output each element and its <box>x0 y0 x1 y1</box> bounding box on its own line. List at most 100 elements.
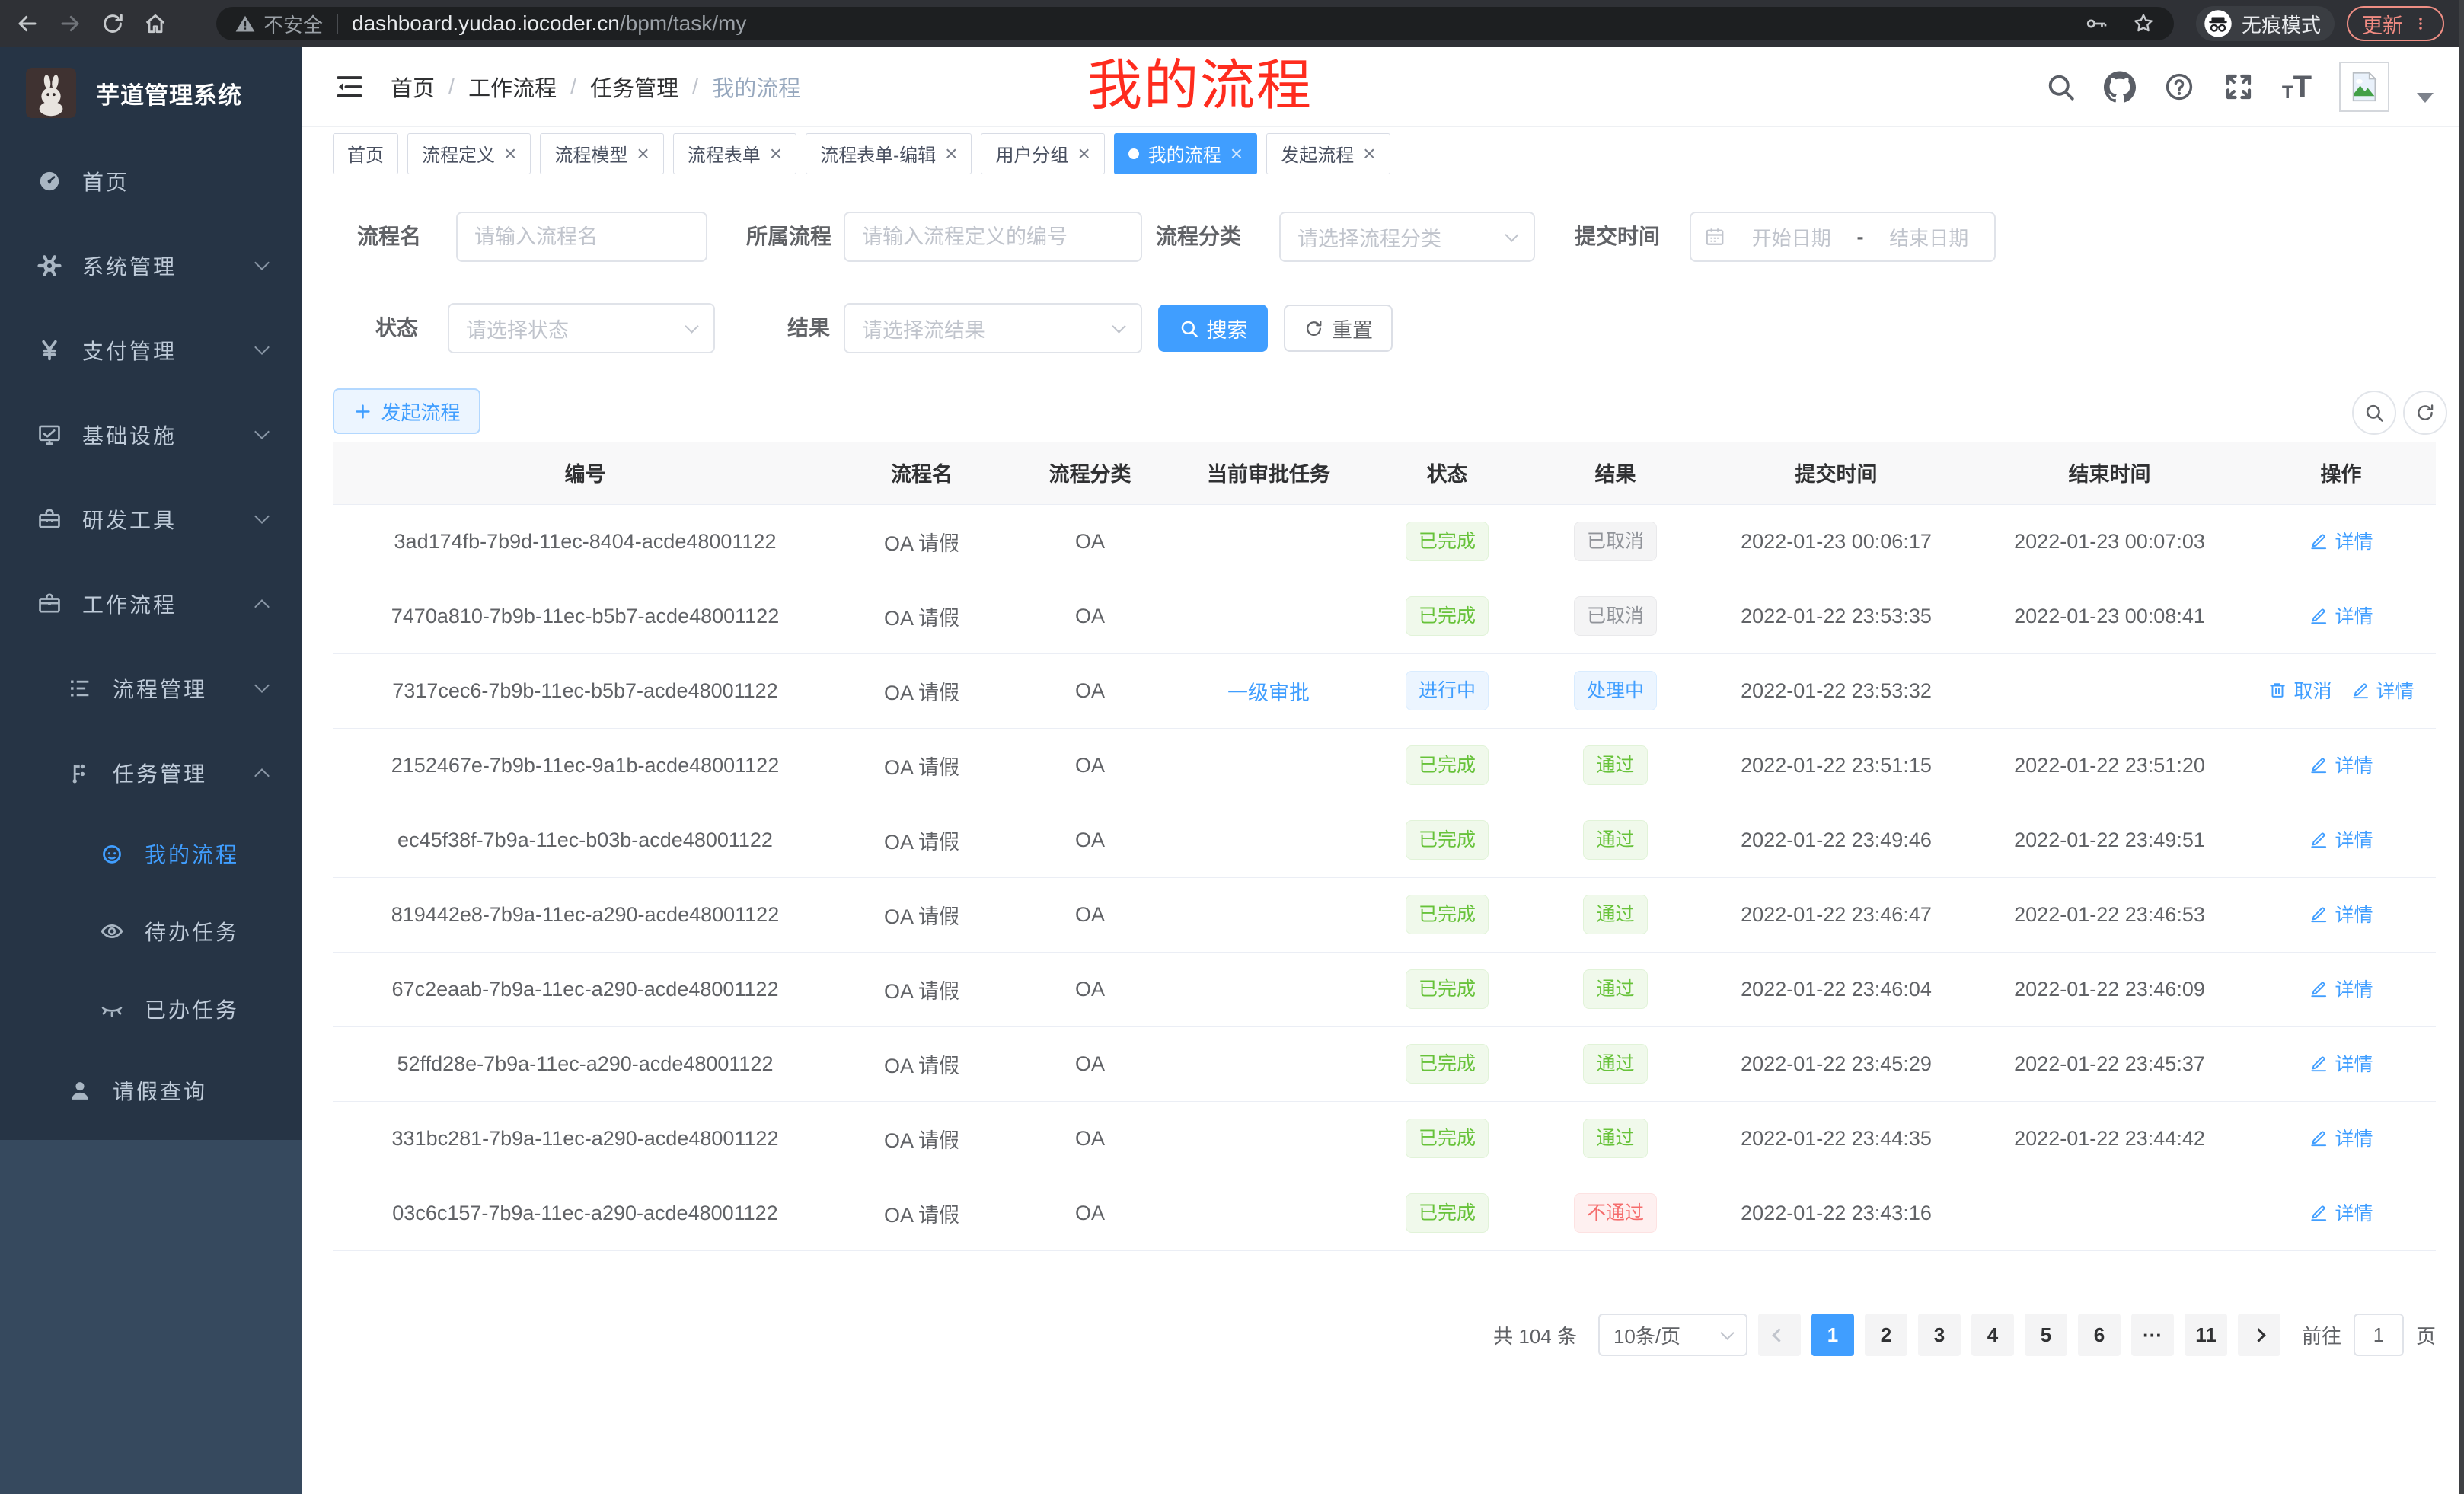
font-size-icon[interactable]: TT <box>2282 72 2312 102</box>
sidebar-item-infrastructure[interactable]: 基础设施 <box>0 392 302 477</box>
row-action-detail[interactable]: 详情 <box>2309 825 2373 853</box>
sidebar-item-todo-task[interactable]: 待办任务 <box>0 892 302 970</box>
row-action-detail[interactable]: 详情 <box>2309 1199 2373 1226</box>
page-button-6[interactable]: 6 <box>2078 1314 2121 1356</box>
table-row: 67c2eaab-7b9a-11ec-a290-acde48001122OA 请… <box>333 952 2436 1026</box>
refresh-table-button[interactable] <box>2403 391 2447 435</box>
row-action-detail[interactable]: 详情 <box>2309 602 2373 629</box>
sidebar-item-home[interactable]: 首页 <box>0 139 302 223</box>
cell-result: 通过 <box>1531 1026 1700 1101</box>
tab-start-process[interactable]: 发起流程× <box>1266 133 1390 174</box>
browser-home-icon[interactable] <box>140 8 171 39</box>
sidebar-item-label: 系统管理 <box>82 251 177 281</box>
row-action-detail[interactable]: 详情 <box>2309 1049 2373 1077</box>
parent-process-input[interactable] <box>844 212 1142 262</box>
reset-button[interactable]: 重置 <box>1284 305 1393 352</box>
breadcrumb-item-workflow[interactable]: 工作流程 <box>468 71 557 103</box>
delete-icon <box>2268 680 2287 700</box>
process-name-field[interactable] <box>474 225 689 249</box>
address-bar[interactable]: 不安全 dashboard.yudao.iocoder.cn/bpm/task/… <box>216 7 2174 40</box>
row-action-detail[interactable]: 详情 <box>2309 1124 2373 1151</box>
cell-end-time <box>1973 1176 2246 1250</box>
page-size-select[interactable]: 10条/页 <box>1598 1314 1747 1356</box>
start-process-button[interactable]: 发起流程 <box>333 388 480 434</box>
tab-user-group[interactable]: 用户分组× <box>981 133 1104 174</box>
help-icon[interactable] <box>2163 71 2195 103</box>
page-next-button[interactable] <box>2238 1314 2280 1356</box>
sidebar-item-my-process[interactable]: 我的流程 <box>0 815 302 892</box>
page-button-2[interactable]: 2 <box>1865 1314 1907 1356</box>
page-ellipsis[interactable]: ··· <box>2131 1314 2174 1356</box>
page-button-1[interactable]: 1 <box>1811 1314 1854 1356</box>
github-icon[interactable] <box>2104 71 2136 103</box>
process-name-input[interactable] <box>456 212 707 262</box>
submit-time-range-picker[interactable]: 开始日期 - 结束日期 <box>1690 212 1996 262</box>
sidebar-item-leave-query[interactable]: 请假查询 <box>0 1048 302 1132</box>
close-icon[interactable]: × <box>1230 143 1243 164</box>
action-label: 详情 <box>2335 527 2373 554</box>
sidebar-item-done-task[interactable]: 已办任务 <box>0 970 302 1048</box>
avatar[interactable] <box>2339 62 2389 112</box>
password-key-icon[interactable] <box>2084 11 2108 36</box>
table-row: 7317cec6-7b9b-11ec-b5b7-acde48001122OA 请… <box>333 653 2436 728</box>
result-select[interactable]: 请选择流结果 <box>844 303 1142 353</box>
row-action-detail[interactable]: 详情 <box>2351 676 2415 704</box>
sidebar-item-devtools[interactable]: 研发工具 <box>0 477 302 561</box>
sidebar-item-task-management[interactable]: 任务管理 <box>0 730 302 815</box>
start-date-placeholder[interactable]: 开始日期 <box>1738 223 1845 251</box>
category-select[interactable]: 请选择流程分类 <box>1279 212 1535 262</box>
row-action-cancel[interactable]: 取消 <box>2268 676 2332 704</box>
goto-page-input[interactable] <box>2354 1314 2404 1356</box>
breadcrumb-item-task-management[interactable]: 任务管理 <box>590 71 678 103</box>
sidebar-item-payment[interactable]: 支付管理 <box>0 308 302 392</box>
sidebar-item-system[interactable]: 系统管理 <box>0 223 302 308</box>
search-button[interactable]: 搜索 <box>1158 305 1268 352</box>
sidebar-item-process-management[interactable]: 流程管理 <box>0 646 302 730</box>
tab-process-form-edit[interactable]: 流程表单-编辑× <box>806 133 972 174</box>
close-icon[interactable]: × <box>770 143 782 164</box>
avatar-caret-down-icon[interactable] <box>2417 93 2434 103</box>
page-button-5[interactable]: 5 <box>2025 1314 2067 1356</box>
close-icon[interactable]: × <box>1077 143 1090 164</box>
toggle-search-button[interactable] <box>2352 391 2396 435</box>
tab-my-process[interactable]: 我的流程× <box>1114 133 1257 174</box>
current-task-link[interactable]: 一级审批 <box>1227 682 1310 704</box>
end-date-placeholder[interactable]: 结束日期 <box>1876 223 1983 251</box>
result-badge: 通过 <box>1583 1119 1647 1158</box>
browser-update-button[interactable]: 更新 <box>2347 6 2444 41</box>
page-button-11[interactable]: 11 <box>2185 1314 2227 1356</box>
collapse-sidebar-icon[interactable] <box>333 70 366 104</box>
monitor-icon <box>37 422 62 448</box>
omnibox-divider <box>337 14 338 34</box>
page-button-4[interactable]: 4 <box>1971 1314 2014 1356</box>
row-action-detail[interactable]: 详情 <box>2309 527 2373 554</box>
fullscreen-icon[interactable] <box>2223 71 2255 103</box>
close-icon[interactable]: × <box>637 143 649 164</box>
status-badge: 已完成 <box>1406 1193 1489 1233</box>
status-select[interactable]: 请选择状态 <box>448 303 715 353</box>
sidebar-item-workflow[interactable]: 工作流程 <box>0 561 302 646</box>
browser-reload-icon[interactable] <box>97 8 128 39</box>
bookmark-star-icon[interactable] <box>2131 11 2156 36</box>
tab-home[interactable]: 首页 <box>333 133 398 174</box>
search-icon[interactable] <box>2044 71 2076 103</box>
browser-menu-dots-icon[interactable] <box>2412 15 2429 32</box>
page-button-3[interactable]: 3 <box>1918 1314 1961 1356</box>
close-icon[interactable]: × <box>1363 143 1375 164</box>
browser-back-icon[interactable] <box>12 8 43 39</box>
page-prev-button[interactable] <box>1758 1314 1801 1356</box>
action-label: 详情 <box>2335 975 2373 1002</box>
close-icon[interactable]: × <box>945 143 957 164</box>
result-badge: 不通过 <box>1574 1193 1657 1233</box>
close-icon[interactable]: × <box>504 143 516 164</box>
row-action-detail[interactable]: 详情 <box>2309 975 2373 1002</box>
tab-process-definition[interactable]: 流程定义× <box>407 133 531 174</box>
breadcrumb-item-home[interactable]: 首页 <box>391 71 435 103</box>
parent-process-field[interactable] <box>862 225 1124 249</box>
browser-forward-icon[interactable] <box>55 8 85 39</box>
row-action-detail[interactable]: 详情 <box>2309 900 2373 927</box>
tab-process-model[interactable]: 流程模型× <box>540 133 663 174</box>
tab-process-form[interactable]: 流程表单× <box>673 133 796 174</box>
row-action-detail[interactable]: 详情 <box>2309 751 2373 778</box>
process-name-label: 流程名 <box>314 212 421 262</box>
